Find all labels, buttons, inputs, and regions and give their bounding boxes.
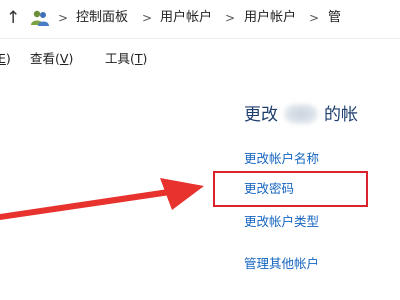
breadcrumb-separator: > [225,11,236,25]
menu-tools[interactable]: 工具(T) [105,50,147,68]
blurred-username [284,104,318,124]
manage-other-accounts-link[interactable]: 管理其他帐户 [244,255,319,273]
page-title-prefix: 更改 [244,105,278,125]
breadcrumb-manage[interactable]: 管 [328,9,341,27]
menu-bar: E) 查看(V) 工具(T) [0,46,400,72]
menu-view[interactable]: 查看(V) [30,50,73,68]
breadcrumb-separator: > [309,11,320,25]
change-account-name-link[interactable]: 更改帐户名称 [244,150,319,168]
arrow-shaft [0,188,177,220]
page-title-suffix: 的帐 [324,105,358,125]
breadcrumb-separator: > [58,11,69,25]
user-accounts-icon [31,10,49,26]
breadcrumb-user-accounts-2[interactable]: 用户帐户 [244,9,296,27]
breadcrumb-separator: > [142,11,153,25]
breadcrumb-user-accounts[interactable]: 用户帐户 [160,9,212,27]
menu-edit[interactable]: E) [0,50,11,68]
arrow-up-icon[interactable]: ↑ [6,8,20,28]
change-account-type-link[interactable]: 更改帐户类型 [244,213,319,231]
highlight-box [213,171,368,207]
breadcrumb-control-panel[interactable]: 控制面板 [76,9,128,27]
address-bar: ↑ > 控制面板 > 用户帐户 > 用户帐户 > 管 [0,0,400,39]
page-title: 更改 的帐 [244,103,358,127]
annotation-arrow [0,178,204,220]
arrow-head [160,178,204,210]
